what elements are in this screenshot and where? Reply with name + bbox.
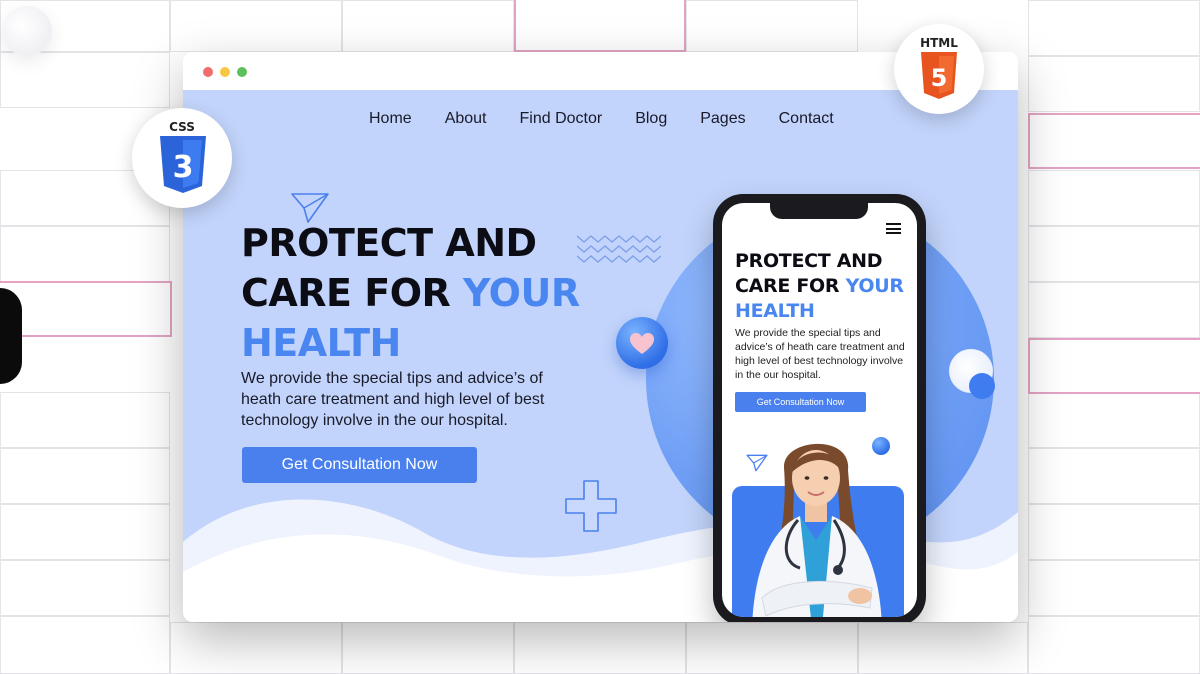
mobile-headline-accent-health: HEALTH xyxy=(735,300,815,322)
grid-cell xyxy=(1028,448,1200,504)
grid-cell xyxy=(0,504,170,560)
heart-icon xyxy=(630,333,654,354)
hero-section: Home About Find Doctor Blog Pages Contac… xyxy=(183,90,1018,622)
phone-mockup: PROTECT AND CARE FOR YOUR HEALTH We prov… xyxy=(713,194,926,622)
headline-line2: CARE FOR xyxy=(241,271,463,315)
grid-cell xyxy=(858,622,1028,674)
plus-cross-icon xyxy=(565,480,617,532)
html-label: HTML xyxy=(920,36,958,50)
grid-cell xyxy=(514,622,686,674)
phone-notch xyxy=(770,203,868,219)
nav-contact[interactable]: Contact xyxy=(779,110,834,128)
html5-number: 5 xyxy=(931,64,948,92)
headline-line1: PROTECT AND xyxy=(241,221,537,265)
browser-window: Home About Find Doctor Blog Pages Contac… xyxy=(183,52,1018,622)
heart-bubble-icon xyxy=(616,317,668,369)
grid-cell xyxy=(1028,170,1200,226)
mobile-get-consultation-button[interactable]: Get Consultation Now xyxy=(735,392,866,412)
phone-screen: PROTECT AND CARE FOR YOUR HEALTH We prov… xyxy=(722,203,917,617)
headline-accent-your: YOUR xyxy=(463,271,580,315)
mobile-headline-line1: PROTECT AND xyxy=(735,250,883,272)
grid-cell xyxy=(0,560,170,616)
grid-cell xyxy=(1028,560,1200,616)
css3-badge: CSS 3 xyxy=(132,108,232,208)
nav-pages[interactable]: Pages xyxy=(700,110,745,128)
nav-home[interactable]: Home xyxy=(369,110,412,128)
css3-logo-icon: 3 xyxy=(160,136,206,193)
grid-cell xyxy=(342,0,514,52)
css-label: CSS xyxy=(169,120,195,134)
grid-cell xyxy=(0,448,170,504)
mobile-headline-accent-your: YOUR xyxy=(845,275,904,297)
hero-description: We provide the special tips and advice’s… xyxy=(241,370,545,429)
decorative-ball xyxy=(969,373,995,399)
grid-cell xyxy=(1028,226,1200,282)
mobile-headline: PROTECT AND CARE FOR YOUR HEALTH xyxy=(735,249,913,324)
grid-cell xyxy=(0,392,170,448)
grid-cell-highlight xyxy=(0,281,172,337)
grid-cell xyxy=(1028,0,1200,56)
decorative-circle xyxy=(2,6,52,56)
nav-blog[interactable]: Blog xyxy=(635,110,667,128)
doctor-illustration xyxy=(752,443,882,617)
hero-headline: PROTECT AND CARE FOR YOUR HEALTH xyxy=(241,218,621,368)
headline-accent-health: HEALTH xyxy=(241,321,401,365)
mobile-headline-line2: CARE FOR xyxy=(735,275,846,297)
grid-cell xyxy=(170,622,342,674)
css3-number: 3 xyxy=(173,150,194,185)
grid-cell xyxy=(1028,392,1200,448)
mobile-description: We provide the special tips and advice’s… xyxy=(735,327,905,381)
grid-cell xyxy=(1028,56,1200,112)
browser-titlebar xyxy=(183,52,1018,90)
grid-cell xyxy=(1028,616,1200,674)
grid-cell xyxy=(0,616,170,674)
nav-about[interactable]: About xyxy=(445,110,487,128)
maximize-window-dot[interactable] xyxy=(237,67,247,77)
html5-logo-icon: 5 xyxy=(921,52,957,99)
grid-cell xyxy=(342,622,514,674)
grid-cell xyxy=(686,622,858,674)
close-window-dot[interactable] xyxy=(203,67,213,77)
grid-cell-highlight xyxy=(1028,113,1200,169)
grid-cell xyxy=(0,226,170,282)
minimize-window-dot[interactable] xyxy=(220,67,230,77)
grid-cell xyxy=(0,52,170,108)
hamburger-icon[interactable] xyxy=(886,223,901,234)
get-consultation-button[interactable]: Get Consultation Now xyxy=(242,447,477,483)
main-nav: Home About Find Doctor Blog Pages Contac… xyxy=(369,110,867,128)
grid-cell xyxy=(686,0,858,52)
grid-cell-highlight xyxy=(514,0,686,52)
html5-badge: HTML 5 xyxy=(894,24,984,114)
grid-cell xyxy=(1028,504,1200,560)
nav-find-doctor[interactable]: Find Doctor xyxy=(520,110,603,128)
decorative-edge-shape xyxy=(0,288,22,384)
grid-cell xyxy=(1028,282,1200,338)
grid-cell-highlight xyxy=(1028,338,1200,394)
grid-cell xyxy=(170,0,342,52)
